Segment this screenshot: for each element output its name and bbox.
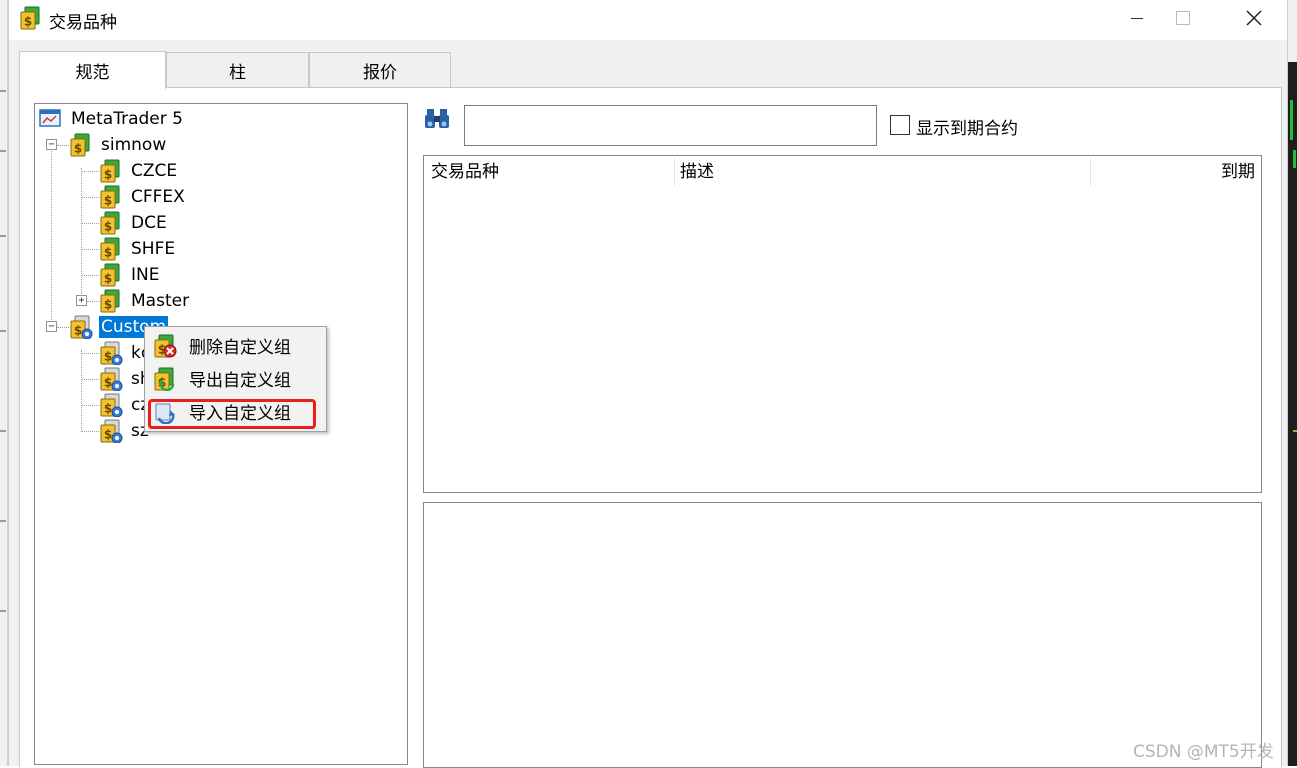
tree-connector [81,223,99,224]
window-title: 交易品种 [49,13,117,33]
tree-connector [81,431,99,432]
tree-node-shfe[interactable]: SHFE [99,237,177,261]
custom-folder-icon [100,341,123,365]
tree-connector [57,145,69,146]
close-button[interactable] [1226,0,1282,36]
tree-node-label: MetaTrader 5 [71,109,183,129]
tree-connector [81,171,99,172]
tree-node-custom-sz[interactable]: sz [99,419,151,443]
menu-item-export-custom-group[interactable]: 导出自定义组 [145,362,326,395]
background-mark [0,520,6,522]
custom-folder-icon [100,393,123,417]
column-header-description[interactable]: 描述 [680,156,714,188]
column-header-symbol[interactable]: 交易品种 [431,156,499,188]
tree-connector [57,327,69,328]
folder-icon [100,263,120,287]
custom-folder-icon [100,367,123,391]
custom-folder-icon [100,419,123,443]
tree-connector [81,350,82,432]
list-header: 交易品种 描述 到期 [424,156,1261,188]
title-bar[interactable]: 交易品种 [9,0,1287,40]
folder-icon [100,159,120,183]
export-group-icon [154,367,175,391]
tree-node-dce[interactable]: DCE [99,211,169,235]
tree-connector [81,379,99,380]
collapse-toggle-custom[interactable]: − [46,321,57,332]
menu-item-label: 导出自定义组 [189,371,291,391]
background-mark [0,610,6,612]
tree-node-label: SHFE [131,239,176,259]
show-expired-checkbox[interactable] [890,115,910,135]
menu-item-delete-custom-group[interactable]: 删除自定义组 [145,329,326,362]
custom-folder-icon [70,315,93,339]
tree-node-ine[interactable]: INE [99,263,161,287]
folder-icon [100,237,120,261]
folder-icon [70,133,90,157]
tab-bars[interactable]: 柱 [166,52,309,87]
close-icon [1246,10,1262,26]
tree-node-cffex[interactable]: CFFEX [99,185,187,209]
terminal-icon [39,109,61,127]
tree-node-simnow[interactable]: simnow [69,133,168,157]
tree-node-czce[interactable]: CZCE [99,159,179,183]
binoculars-icon[interactable] [424,106,450,132]
folder-icon [100,185,120,209]
annotation-highlight-box [148,399,316,429]
background-candle [1290,100,1293,140]
tree-node-label: CZCE [131,161,178,181]
background-candle [1293,150,1296,168]
tab-quotes[interactable]: 报价 [309,52,451,87]
background-mark [0,150,6,152]
tree-connector [81,353,99,354]
tree-node-master[interactable]: Master [99,289,191,313]
maximize-button[interactable] [1155,0,1211,36]
delete-group-icon [154,334,177,358]
tree-connector [87,301,99,302]
background-mark [0,90,6,92]
folder-icon [100,211,120,235]
background-mark [0,330,6,332]
column-separator[interactable] [1090,158,1091,186]
symbol-search-input[interactable] [464,105,877,146]
symbol-details-panel [423,502,1262,768]
tab-specification[interactable]: 规范 [19,51,166,89]
app-icon [20,6,40,30]
symbol-list[interactable]: 交易品种 描述 到期 [423,155,1262,493]
tree-node-label: DCE [131,213,167,233]
background-strip [1288,0,1297,62]
column-separator[interactable] [674,158,675,186]
show-expired-label[interactable]: 显示到期合约 [916,114,1018,139]
tree-node-label: Master [131,291,190,311]
maximize-icon [1176,11,1190,25]
tree-connector [81,249,99,250]
background-mark [0,430,6,432]
background-line [1293,430,1297,432]
minimize-icon [1131,17,1143,19]
tree-connector [81,168,82,302]
tree-node-label: INE [131,265,160,285]
background-app-chart-edge [1288,0,1297,766]
tree-node-root[interactable]: MetaTrader 5 [39,107,185,131]
background-app-left-edge [0,0,8,766]
tree-node-label: simnow [101,135,167,155]
tree-connector [81,197,99,198]
symbol-tree[interactable]: MetaTrader 5 − simnow CZCE CFFEX DCE SHF… [34,103,408,765]
tree-connector [51,142,52,328]
expand-toggle-master[interactable]: + [76,295,87,306]
collapse-toggle-simnow[interactable]: − [46,139,57,150]
menu-item-label: 删除自定义组 [189,338,291,358]
column-header-expiration[interactable]: 到期 [1221,156,1255,188]
background-mark [0,235,6,237]
watermark: CSDN @MT5开发 [1133,742,1274,762]
tree-connector [81,405,99,406]
tree-node-label: CFFEX [131,187,185,207]
folder-icon [100,289,120,313]
tree-connector [81,275,99,276]
